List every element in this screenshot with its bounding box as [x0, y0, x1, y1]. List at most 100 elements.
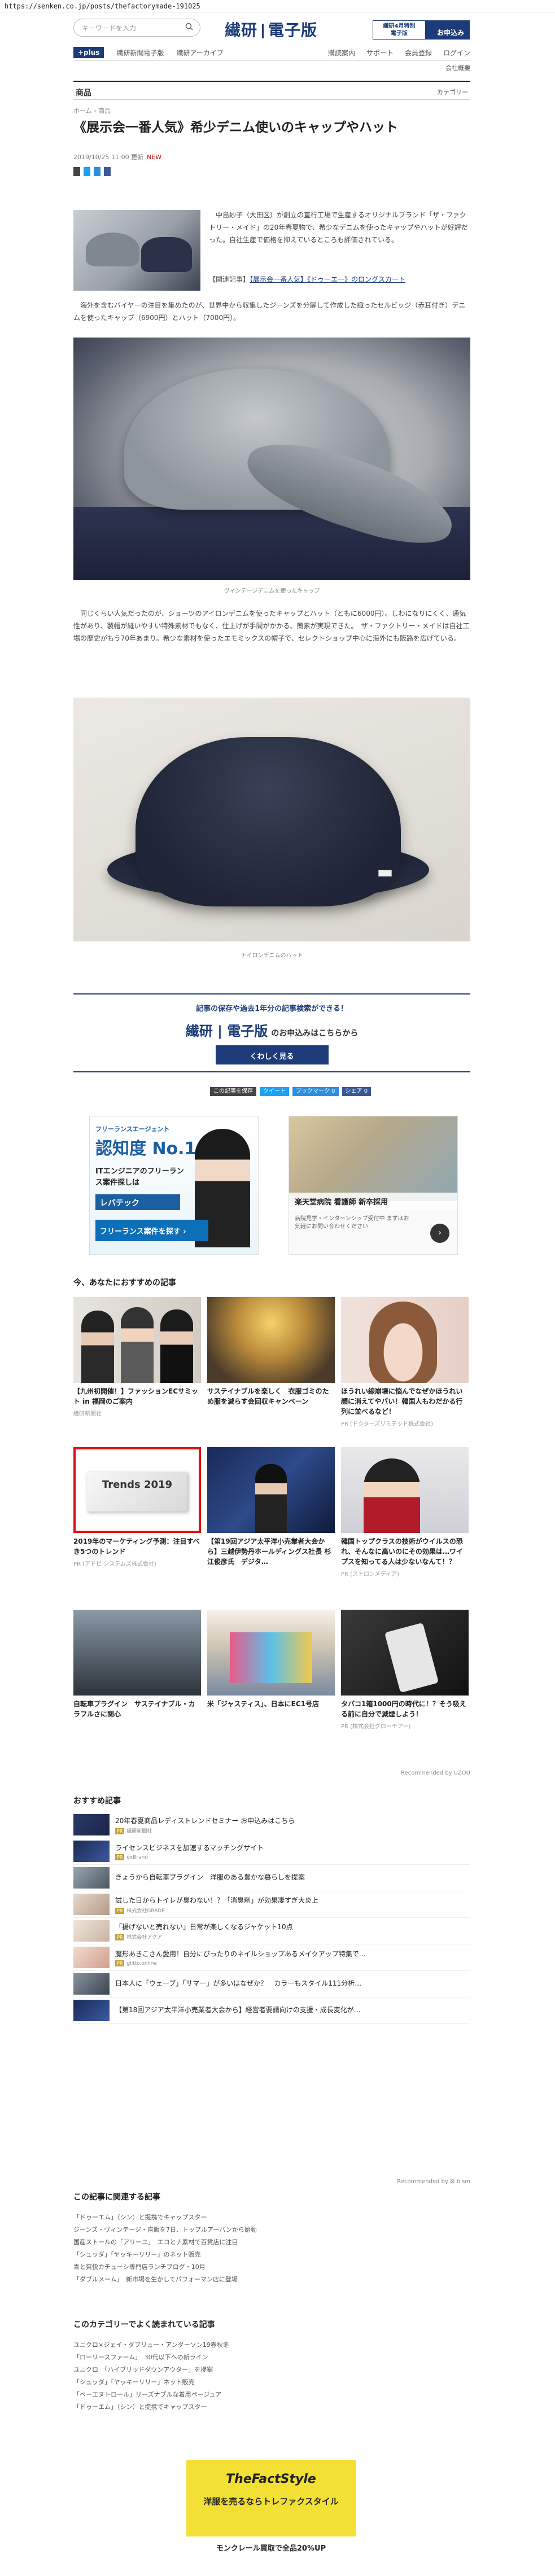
- promo-button[interactable]: お申込み: [425, 21, 469, 39]
- related-link-item[interactable]: 「ドゥーエム」（シン）と提携でキャップスター: [73, 2211, 470, 2224]
- category-select[interactable]: カテゴリー: [437, 87, 468, 97]
- recommend-card[interactable]: 【第19回アジア太平洋小売業者大会から】三越伊勢丹ホールディングス社長 杉江俊彦…: [207, 1447, 335, 1569]
- new-badge: NEW: [147, 154, 162, 161]
- recommend-card[interactable]: 米「ジャスティス」、日本にEC1号店: [207, 1610, 335, 1711]
- bottom-ad[interactable]: TheFactStyle 洋服を売るならトレファクスタイル モンクレール買取で全…: [186, 2460, 356, 2576]
- osusume-list: 20年春夏商品レディストレンドセミナー お申込みはこちら PR 繊研新聞社 ライセン…: [73, 1812, 470, 2024]
- ad-logo: TheFactStyle: [226, 2472, 316, 2486]
- article-title: 《展示会一番人気》希少デニム使いのキャップやハット: [73, 120, 398, 135]
- category-bar: 商品 カテゴリー: [73, 81, 470, 100]
- nav-support[interactable]: サポート: [366, 48, 394, 58]
- related-link-item[interactable]: ジーンズ・ヴィンテージ・直販を7日、トップルアーバンから始動: [73, 2224, 470, 2236]
- popular-link-item[interactable]: 「ドゥーエム」（シン）と提携でキャップスター: [73, 2401, 470, 2413]
- bookmark-button[interactable]: [94, 167, 100, 176]
- hat-photo: [73, 698, 470, 941]
- logo-left: 繊研: [225, 21, 258, 40]
- related-link-item[interactable]: 「ダブルメーム」 新市場を生かしてパフォーマン店に登場: [73, 2273, 470, 2286]
- bookmark-button[interactable]: ブックマーク 0: [292, 1087, 339, 1096]
- subscribe-title: 記事の保存や過去1年分の記事検索ができる！: [196, 1005, 348, 1013]
- list-item[interactable]: 魔形あきこさん愛用！自分にぴったりのネイルショップあるメイクアップ特集で… PR g…: [73, 1944, 470, 1971]
- subscribe-banner: 記事の保存や過去1年分の記事検索ができる！ 繊研 | 電子版 のお申込みはこちらか…: [73, 993, 470, 1072]
- share-bar: [73, 167, 111, 176]
- ad-hospital[interactable]: 楽天堂病院 看護師 新卒採用 病院見学・インターンシップ受付中 まずはお気軽にお…: [289, 1116, 458, 1255]
- popular-heading: このカテゴリーでよく読まれている記事: [73, 2320, 215, 2329]
- company-link[interactable]: 会社概要: [73, 60, 470, 72]
- osusume-heading: おすすめ記事: [73, 1797, 121, 1806]
- ad-footer: モンクレール買取で全品20%UP: [186, 2536, 356, 2576]
- popular-link-item[interactable]: 「ベーエヌトロール」リーズナブルな着用ページュア: [73, 2389, 470, 2401]
- ad-text: フリーランスエージェント: [95, 1125, 170, 1133]
- facebook-share-button[interactable]: シェア 0: [342, 1087, 372, 1096]
- recommend-card[interactable]: 自転車プラグイン サステイナブル・カラフルさに関心: [73, 1610, 201, 1721]
- ad-text: 認知度 No.1: [95, 1139, 196, 1159]
- related-links: 「ドゥーエム」（シン）と提携でキャップスター ジーンズ・ヴィンテージ・直販を7日…: [73, 2211, 470, 2286]
- list-item[interactable]: 【第18回アジア太平洋小売業者大会から】経営者要請向けの支援・成長変化が…: [73, 1997, 470, 2024]
- popular-link-item[interactable]: 「ローリースファーム」 30代以下への新ライン: [73, 2351, 470, 2364]
- related-link-item[interactable]: 青と爽快カチューシ専門店ランチブログ・10月: [73, 2261, 470, 2273]
- chevron-right-icon[interactable]: ›: [430, 1224, 449, 1243]
- popular-link-item[interactable]: 「シュッダ」「ヤッキーリリー」ネット販売: [73, 2376, 470, 2389]
- trends-image-text: Trends 2019: [87, 1472, 187, 1512]
- recommend-card[interactable]: 韓国トップクラスの技術がウイルスの恐れ、そんなに高いのにその効果は…ワイプスを知…: [341, 1447, 469, 1578]
- ad-text: ITエンジニアのフリーランス案件探しは: [95, 1167, 184, 1187]
- nav-subscription[interactable]: 購読案内: [328, 48, 355, 58]
- subscribe-promo[interactable]: 繊研4月特別 電子版 お申込み: [373, 20, 470, 40]
- recommend-heading: 今、あなたにおすすめの記事: [73, 1278, 176, 1287]
- site-logo[interactable]: 繊研 電子版: [225, 18, 317, 41]
- ad-cta-button[interactable]: フリーランス案件を探す ›: [95, 1220, 208, 1241]
- tweet-button[interactable]: ツイート: [260, 1087, 289, 1096]
- search-icon[interactable]: [185, 23, 193, 30]
- popular-link-item[interactable]: ユニクロ×ジェイ・ダブリュー・アンダーソン19春秋冬: [73, 2339, 470, 2351]
- recommend-card[interactable]: 【九州初開催！】ファッションECサミット in 福岡のご案内 繊研新聞社: [73, 1297, 201, 1417]
- save-button[interactable]: [73, 167, 80, 176]
- popular-link-item[interactable]: ユニクロ 「ハイブリッドダウンアウター」を提案: [73, 2364, 470, 2376]
- category-label: 商品: [76, 89, 91, 98]
- plus-link[interactable]: +plus: [73, 47, 104, 58]
- photo-caption: ヴィンテージデニムを使ったキャップ: [224, 588, 320, 594]
- ad-title: 楽天堂病院 看護師 新卒採用: [289, 1193, 457, 1210]
- nav-register[interactable]: 会員登録: [405, 48, 432, 58]
- nav-item-denshiban[interactable]: 繊研新聞電子版: [116, 48, 164, 58]
- list-item[interactable]: 日本人に「ウェーブ」「サマー」が多いはなぜか？ カラーもスタイル111分析…: [73, 1971, 470, 1997]
- recommended-by[interactable]: Recommended by UZOU: [373, 1770, 470, 1776]
- recommend-card[interactable]: タバコ1箱1000円の時代に！？そう吸える前に自分で減煙しよう！ PR (株式会社…: [341, 1610, 469, 1730]
- article-paragraph: 海外を含むバイヤーの注目を集めたのが、世界中から収集したジーンズを分解して作成し…: [73, 301, 466, 322]
- article-paragraph: 同じくらい人気だったのが、ショーツのアイロンデニムを使ったキャップとハット（とも…: [73, 610, 470, 642]
- list-item[interactable]: 「揚げないと売れない」日常が楽しくなるジャケット10点 PR 株式会社アクア: [73, 1918, 470, 1944]
- photo-caption: ナイロンデニムのハット: [241, 953, 303, 959]
- logo-divider: [262, 24, 264, 38]
- save-button[interactable]: この記事を保存: [210, 1087, 256, 1096]
- recommend-card[interactable]: サステイナブルを楽しく 衣服ゴミのため服を減らす会回収キャンペーン: [207, 1297, 335, 1409]
- related-link-item[interactable]: 国産ストールの「アリーユ」 エコとナ素材で百貨店に注目: [73, 2236, 470, 2249]
- breadcrumb[interactable]: ホーム › 商品: [73, 106, 111, 115]
- subscribe-button[interactable]: くわしく見る: [215, 1045, 329, 1064]
- cap-photo: [73, 338, 470, 580]
- nav-item-archive[interactable]: 繊研アーカイブ: [176, 48, 223, 58]
- ad-brand: レバテック: [95, 1194, 180, 1210]
- search-input[interactable]: キーワードを入力: [73, 19, 200, 37]
- ad-text: 病院見学・インターンシップ受付中 まずはお気軽にお問い合わせください: [295, 1216, 409, 1230]
- url-bar[interactable]: https://senken.co.jp/posts/thefactorymad…: [0, 0, 555, 12]
- article-thumbnail: [73, 210, 200, 291]
- osusume-recommended-by[interactable]: Recommended by ⊠ b.sm: [339, 2179, 470, 2185]
- popular-links: ユニクロ×ジェイ・ダブリュー・アンダーソン19春秋冬 「ローリースファーム」 3…: [73, 2339, 470, 2413]
- related-link[interactable]: 【関連記事】【展示会一番人気】《ドゥーエ一》のロングスカート: [209, 274, 471, 284]
- ad-levtech[interactable]: フリーランスエージェント 認知度 No.1 ITエンジニアのフリーランス案件探し…: [89, 1116, 259, 1255]
- facebook-share-button[interactable]: [104, 167, 111, 176]
- recommend-card[interactable]: ほうれい線崩壊に悩んでなぜかほうれい顔に消えてやバい！韓国人もわだかる行列に並べ…: [341, 1297, 469, 1427]
- subscribe-logo: 繊研 | 電子版 のお申込みはこちらから: [185, 1023, 359, 1039]
- related-link-item[interactable]: 「シュッダ」「ヤッキーリリー」のネット販売: [73, 2249, 470, 2261]
- search-placeholder: キーワードを入力: [82, 24, 137, 32]
- logo-right: 電子版: [268, 21, 318, 40]
- share-bar-bottom: この記事を保存 ツイート ブックマーク 0 シェア 0: [210, 1087, 372, 1096]
- ad-photo: [289, 1116, 457, 1201]
- recommend-card[interactable]: Trends 2019 2019年のマーケティング予測：注目すべき5つのトレンド…: [73, 1447, 201, 1567]
- list-item[interactable]: 20年春夏商品レディストレンドセミナー お申込みはこちら PR 繊研新聞社: [73, 1812, 470, 1838]
- list-item[interactable]: 試した日からトイレが臭わない！？「消臭剤」が効果凄すぎ大炎上 PR 株式会社GRAD…: [73, 1891, 470, 1918]
- nav-login[interactable]: ログイン: [443, 48, 470, 58]
- ad-title: 洋服を売るならトレファクスタイル: [203, 2496, 339, 2507]
- tweet-button[interactable]: [84, 167, 90, 176]
- list-item[interactable]: きょうから自転車プラグイン 洋服のある豊かな暮らしを提案: [73, 1865, 470, 1891]
- list-item[interactable]: ライセンスビジネスを加速するマッチングサイト PR exBrand: [73, 1838, 470, 1865]
- article-date: 2019/10/25 11:00 更新 NEW: [73, 154, 162, 161]
